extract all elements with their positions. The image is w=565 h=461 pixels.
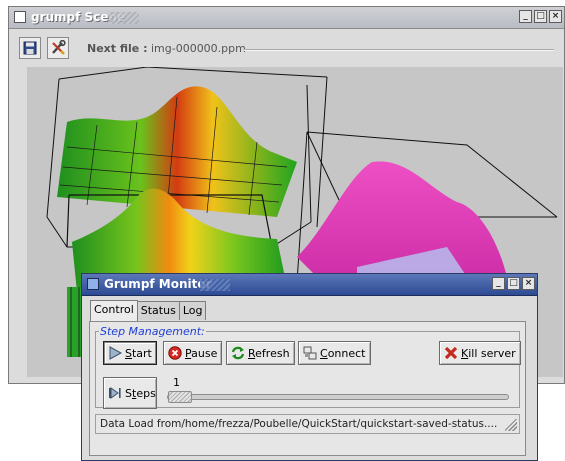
pause-button[interactable]: Pause [163, 341, 223, 365]
close-button[interactable]: × [522, 277, 535, 290]
start-mnemonic: S [125, 346, 132, 360]
kill-x-icon [444, 346, 458, 360]
step-forward-icon [108, 386, 122, 400]
connect-button[interactable]: Connect [298, 341, 371, 365]
titlebar-decoration [200, 279, 230, 291]
play-icon [108, 346, 123, 360]
pause-mnemonic: P [185, 346, 192, 360]
connect-label: Connect [320, 346, 366, 360]
scene-toolbar: Next file : img-000000.ppm [19, 35, 558, 63]
refresh-button[interactable]: Refresh [226, 341, 295, 365]
kill-server-button[interactable]: Kill server [439, 341, 521, 365]
toolbar-separator [244, 49, 554, 51]
monitor-tabs: Control Status Log [90, 300, 207, 321]
wrench-screwdriver-icon [52, 40, 66, 55]
connect-icon [303, 346, 317, 360]
next-file-value: img-000000.ppm [150, 42, 246, 55]
window-menu-icon[interactable] [87, 278, 99, 290]
monitor-titlebar[interactable]: Grumpf Monitor _ □ × [82, 274, 537, 296]
surface-upper [57, 86, 297, 217]
monitor-window: Grumpf Monitor _ □ × Control Status Log … [81, 273, 538, 461]
refresh-mnemonic: R [248, 346, 256, 360]
tab-control[interactable]: Control [90, 300, 138, 321]
scene-titlebar[interactable]: grumpf Scene _ □ × [9, 7, 564, 29]
steps-label: Steps [125, 386, 156, 400]
refresh-icon [231, 346, 245, 360]
tab-status[interactable]: Status [136, 301, 180, 320]
stop-icon [168, 346, 182, 360]
steps-mnemonic: t [131, 386, 137, 400]
status-bar: Data Load from/home/frezza/Poubelle/Quic… [95, 414, 520, 434]
maximize-button[interactable]: □ [507, 277, 520, 290]
refresh-label: Refresh [248, 346, 290, 360]
tab-log[interactable]: Log [178, 301, 207, 320]
start-label: Start [125, 346, 152, 360]
control-panel: Step Management: Start Pause Refresh Con… [89, 321, 526, 456]
minimize-button[interactable]: _ [519, 10, 532, 23]
kill-server-label: Kill server [461, 346, 516, 360]
pause-label: Pause [185, 346, 218, 360]
status-text: Data Load from/home/frezza/Poubelle/Quic… [100, 418, 498, 430]
save-button[interactable] [19, 37, 41, 59]
tools-button[interactable] [47, 37, 69, 59]
kill-server-mnemonic: K [461, 346, 469, 360]
monitor-window-buttons: _ □ × [492, 277, 535, 290]
steps-button[interactable]: Steps [103, 377, 157, 409]
close-button[interactable]: × [549, 10, 562, 23]
connect-mnemonic: C [320, 346, 328, 360]
next-file-caption: Next file : [87, 42, 148, 55]
monitor-window-title: Grumpf Monitor [104, 277, 212, 291]
window-menu-icon[interactable] [14, 11, 26, 23]
steps-slider-track[interactable] [167, 394, 509, 400]
next-file-label: Next file : img-000000.ppm [87, 42, 246, 55]
resize-grip-icon[interactable] [505, 419, 517, 431]
steps-slider-handle[interactable] [168, 391, 192, 403]
start-button[interactable]: Start [103, 341, 157, 365]
titlebar-decoration [109, 12, 139, 24]
scene-window-buttons: _ □ × [519, 10, 562, 23]
step-management-group: Step Management: Start Pause Refresh Con… [95, 325, 521, 409]
minimize-button[interactable]: _ [492, 277, 505, 290]
steps-slider-value: 1 [173, 376, 180, 389]
maximize-button[interactable]: □ [534, 10, 547, 23]
group-title: Step Management: [99, 325, 206, 338]
floppy-disk-icon [23, 41, 37, 55]
